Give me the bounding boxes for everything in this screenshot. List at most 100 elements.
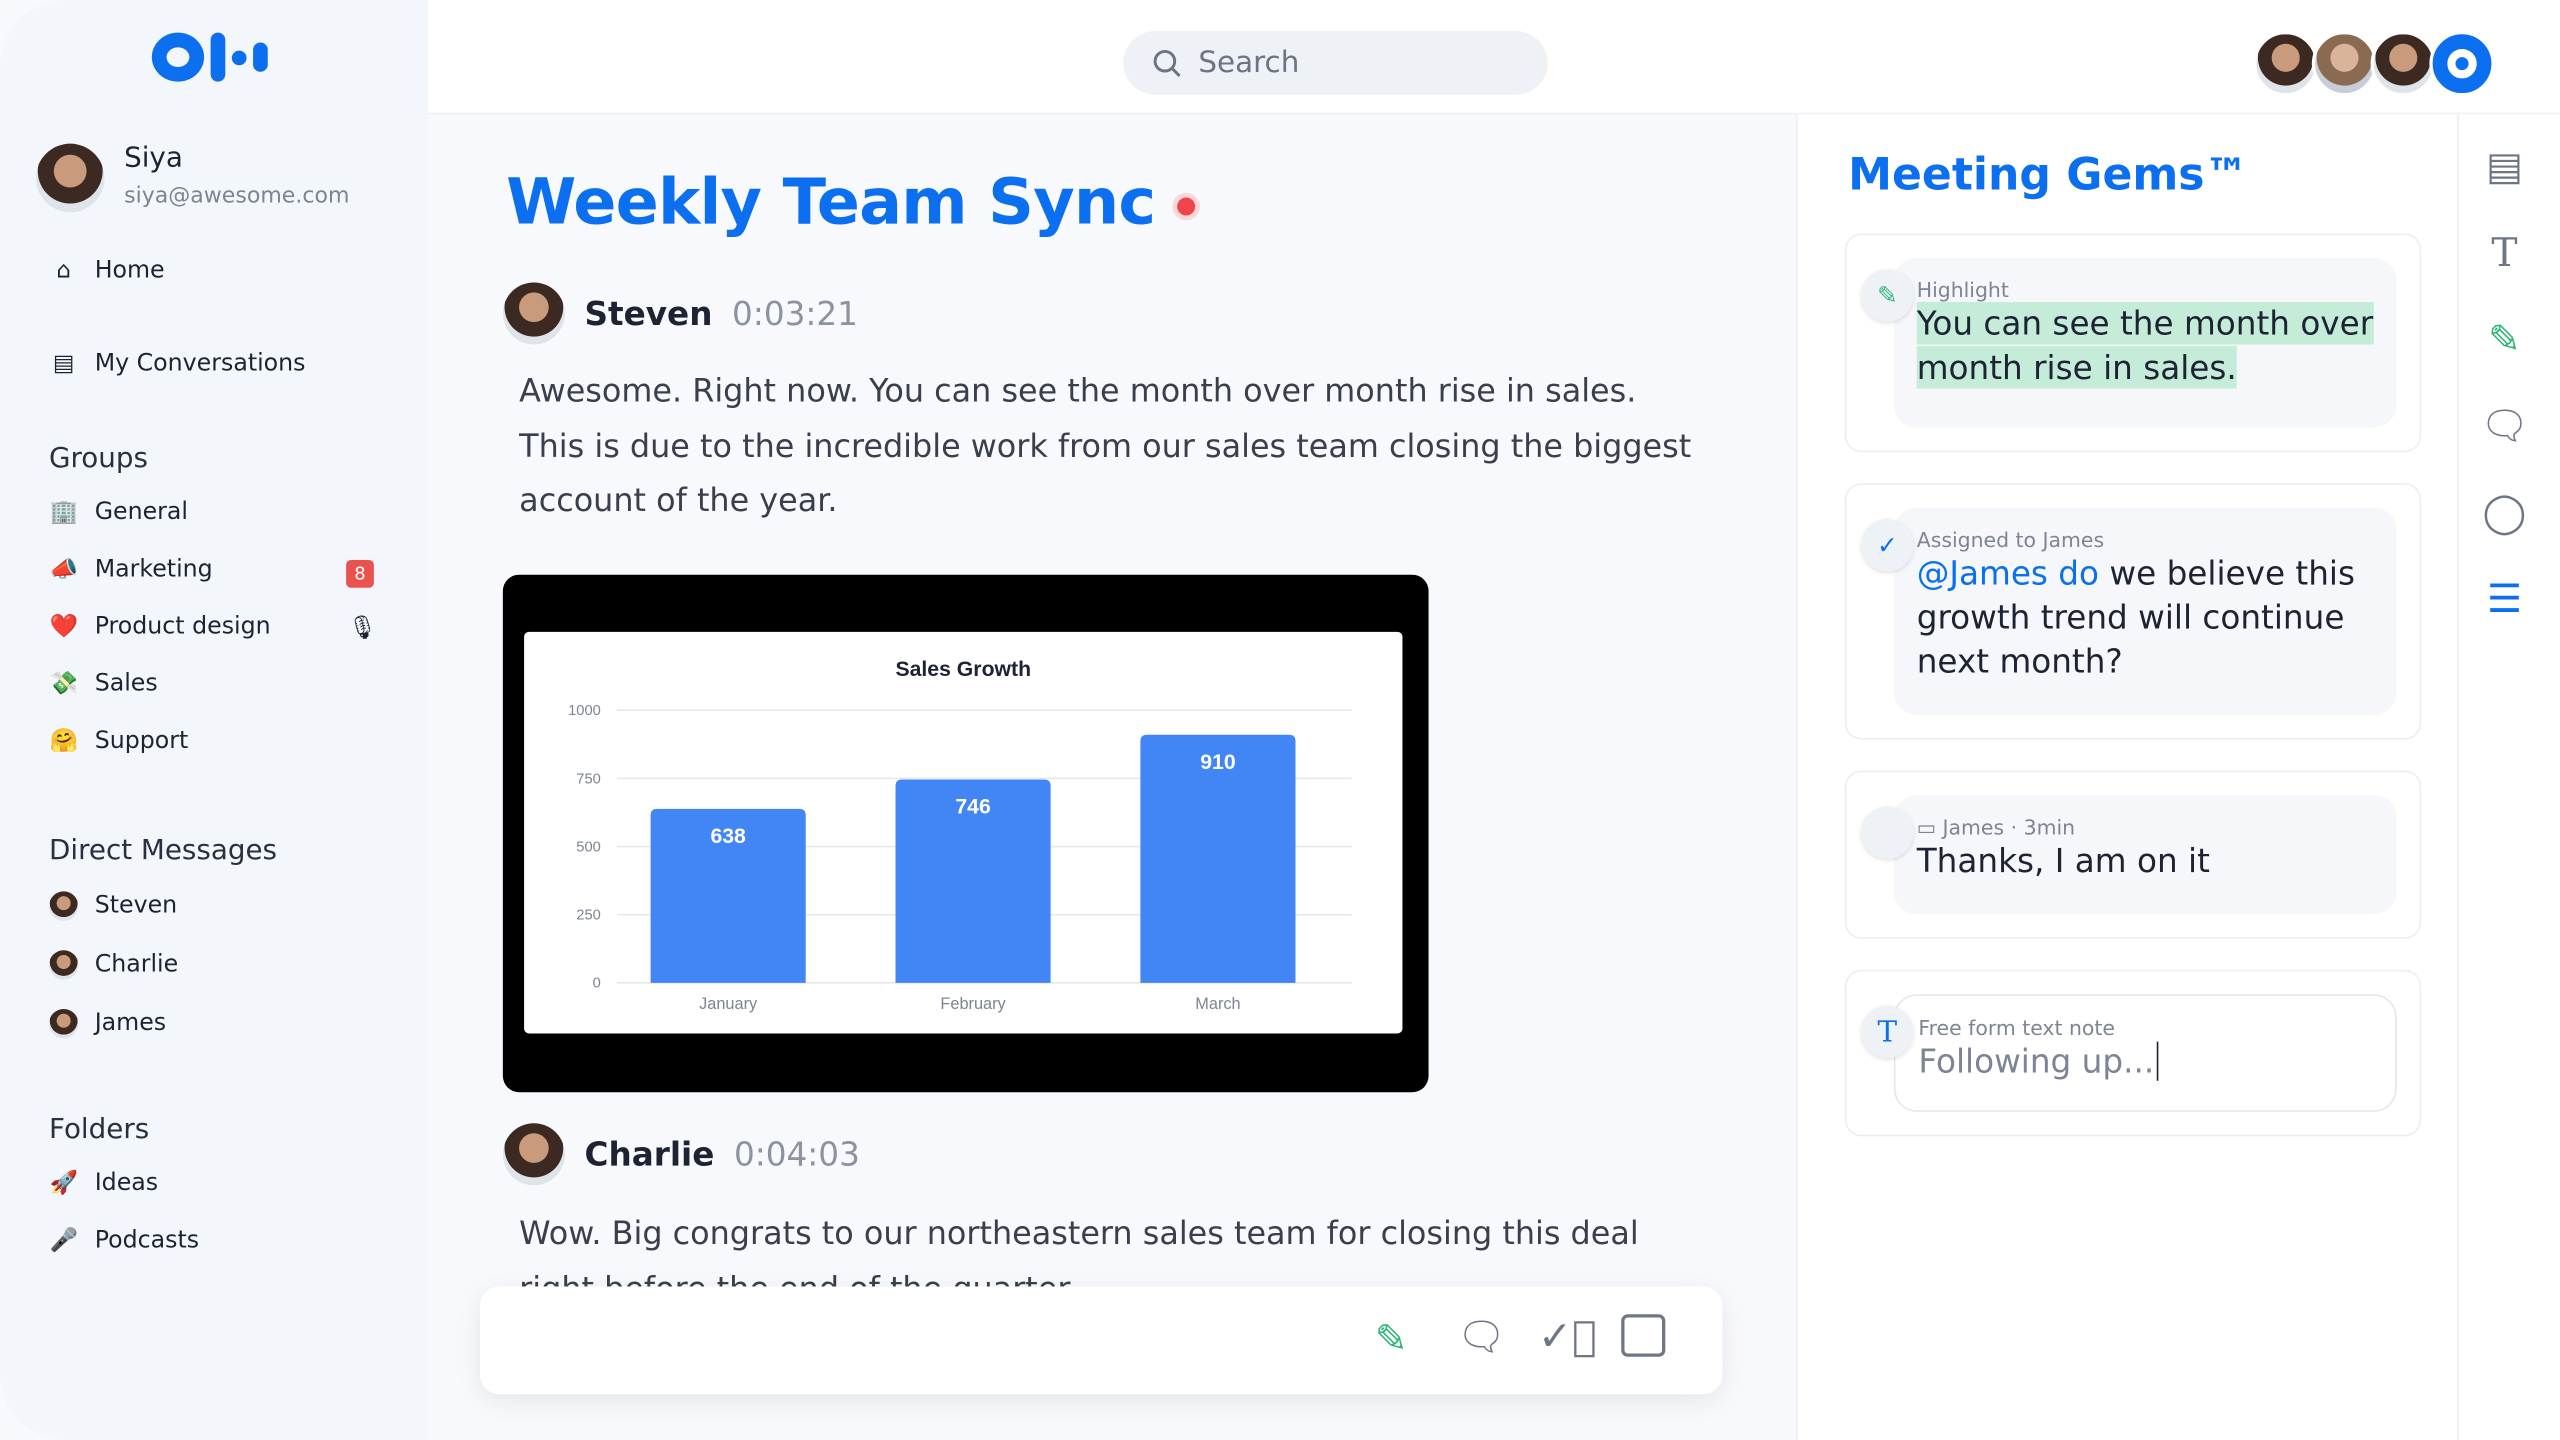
participants[interactable] (2253, 31, 2495, 97)
y-tick-label: 500 (576, 839, 601, 855)
x-tick-label: January (699, 995, 758, 1013)
avatar (48, 1008, 79, 1039)
search-placeholder: Search (1198, 45, 1300, 80)
chart-slide: Sales Growth 0 250 500 750 1000 638 January 746… (524, 631, 1403, 1034)
gem-comment[interactable]: ▭ James · 3min Thanks, I am on it (1844, 770, 2422, 939)
transcript-icon[interactable]: ▤ (2478, 144, 2530, 190)
speaker-name: Steven (584, 293, 713, 334)
transcript-text[interactable]: Wow. Big congrats to our northeastern sa… (519, 1207, 1711, 1288)
app-window: Siya siya@awesome.com ⌂ Home ▤ My Conversa… (0, 0, 2560, 1440)
megaphone-icon: 📣 (49, 556, 78, 583)
check-circle-icon: ✓ (1861, 519, 1914, 572)
folder-ideas[interactable]: 🚀 Ideas (49, 1171, 158, 1197)
transcript-text[interactable]: Awesome. Right now. You can see the mont… (519, 364, 1711, 528)
gem-highlight[interactable]: Highlight You can see the month over mont… (1844, 233, 2422, 453)
speaker-header: Steven 0:03:21 (502, 282, 858, 345)
folders-heading: Folders (48, 1113, 150, 1147)
otter-logo[interactable] (151, 32, 268, 82)
gem-action-item[interactable]: Assigned to James @James do we believe t… (1844, 483, 2422, 740)
comment-author: James (1942, 814, 2005, 840)
speaker-avatar (502, 282, 565, 345)
document-icon: ▤ (52, 351, 75, 378)
text-icon: T (1861, 1005, 1914, 1058)
group-label: Sales (94, 671, 158, 698)
comment-button[interactable]: 🗨 (1456, 1314, 1506, 1360)
x-tick-label: February (940, 995, 1006, 1013)
group-marketing[interactable]: 📣 Marketing (49, 556, 213, 583)
dm-heading: Direct Messages (48, 834, 278, 867)
x-tick-label: March (1195, 995, 1240, 1013)
participant-avatar (2253, 31, 2319, 97)
list-icon[interactable]: ☰ (2478, 576, 2530, 622)
hug-emoji-icon: 🤗 (49, 728, 78, 755)
live-indicator-icon (1176, 197, 1195, 216)
gems-title: Meeting Gems™ (1848, 150, 2249, 201)
data-label: 638 (710, 825, 746, 848)
avatar (48, 950, 79, 980)
money-icon: 💸 (49, 671, 78, 698)
timestamp[interactable]: 0:03:21 (732, 294, 858, 333)
chart-title: Sales Growth (895, 658, 1031, 681)
group-label: Product design (94, 613, 271, 640)
y-tick-label: 0 (593, 976, 601, 992)
speaker-avatar (502, 1123, 565, 1186)
nav-home[interactable]: ⌂ Home (49, 257, 165, 285)
highlighter-icon: ✎ (1861, 269, 1914, 322)
user-avatar[interactable] (35, 143, 105, 213)
highlighter-icon[interactable]: ✎ (2478, 317, 2530, 363)
folder-label: Ideas (94, 1170, 159, 1197)
group-general[interactable]: 🏢 General (49, 500, 188, 526)
speaker-name: Charlie (584, 1134, 715, 1174)
microphone-icon: 🎤 (49, 1227, 78, 1254)
group-sales[interactable]: 💸 Sales (49, 671, 158, 698)
groups-heading: Groups (48, 442, 148, 476)
comment-time: 3min (2023, 814, 2076, 840)
mention[interactable]: @James do (1917, 553, 2099, 592)
dm-charlie[interactable]: Charlie (48, 950, 178, 980)
group-label: Marketing (94, 556, 213, 583)
meeting-title: Weekly Team Sync (506, 167, 1195, 240)
check-circle-icon[interactable]: ◯ (2478, 490, 2530, 536)
participant-avatar (2370, 31, 2436, 97)
home-icon: ⌂ (56, 257, 71, 285)
building-icon: 🏢 (49, 499, 78, 526)
search-input[interactable]: Search (1123, 31, 1548, 95)
sales-growth-chart: Sales Growth 0 250 500 750 1000 638 January 746… (568, 658, 1352, 1013)
avatar (48, 891, 79, 921)
group-product-design[interactable]: ❤️ Product design (49, 613, 271, 640)
group-support[interactable]: 🤗 Support (49, 728, 188, 754)
y-tick-label: 250 (576, 908, 601, 924)
action-item-button[interactable]: ✓⃝ (1538, 1313, 1597, 1360)
comment-icon[interactable]: 🗨 (2478, 403, 2530, 449)
folder-label: Podcasts (94, 1227, 200, 1254)
nav-my-conversations[interactable]: ▤ My Conversations (49, 351, 306, 377)
y-tick-label: 750 (576, 771, 601, 787)
user-name: Siya (124, 142, 183, 175)
dm-steven[interactable]: Steven (48, 891, 178, 921)
search-icon (1153, 49, 1181, 77)
folder-podcasts[interactable]: 🎤 Podcasts (49, 1228, 199, 1254)
text-cursor (2157, 1041, 2160, 1081)
rocket-icon: 🚀 (49, 1170, 78, 1197)
tool-rail (2457, 114, 2560, 1440)
highlight-button[interactable]: ✎ (1375, 1316, 1408, 1362)
note-input[interactable]: Following up... (1918, 1042, 2154, 1081)
text-note-icon[interactable]: T (2478, 230, 2530, 276)
gem-label: Assigned to James (1916, 527, 2105, 552)
group-label: Support (94, 728, 189, 755)
nav-label: Home (94, 257, 165, 285)
nav-label: My Conversations (94, 351, 306, 378)
unread-badge: 8 (346, 559, 374, 588)
image-button[interactable] (1621, 1314, 1666, 1357)
separator: · (2004, 814, 2024, 840)
group-label: General (94, 499, 189, 526)
dm-label: Steven (94, 893, 178, 920)
data-label: 910 (1200, 751, 1235, 774)
gem-note: Free form text note Following up... T (1844, 969, 2422, 1137)
dm-james[interactable]: James (48, 1008, 166, 1039)
meeting-title-text: Weekly Team Sync (506, 166, 1156, 240)
composer-toolbar: ✎ 🗨 ✓⃝ (479, 1286, 1723, 1395)
y-tick-label: 1000 (568, 703, 601, 719)
timestamp[interactable]: 0:04:03 (734, 1135, 860, 1174)
data-label: 746 (955, 796, 991, 819)
